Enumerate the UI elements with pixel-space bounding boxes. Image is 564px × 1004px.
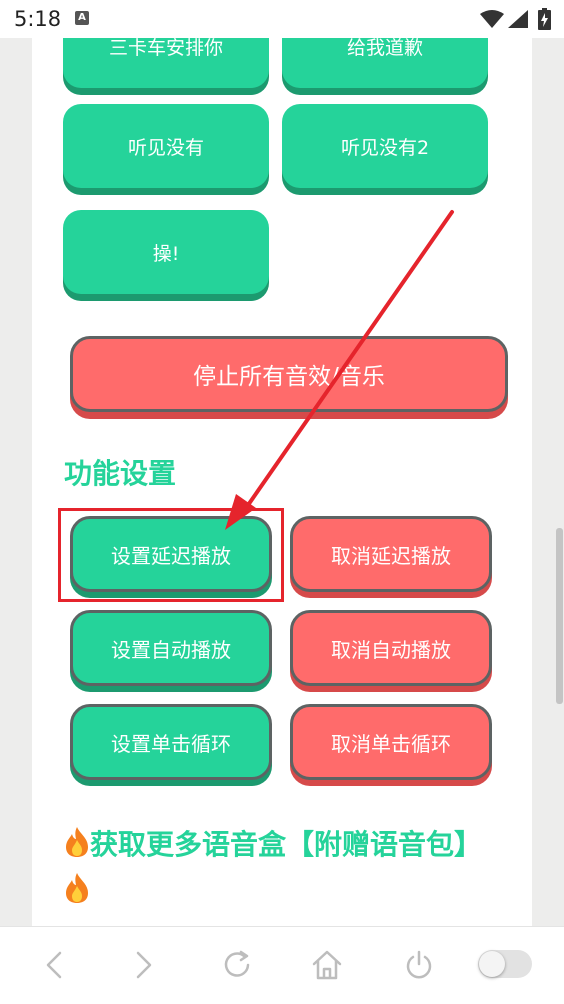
status-time: 5:18 [14, 7, 62, 31]
fire-icon [66, 827, 88, 857]
battery-icon [538, 8, 551, 30]
sound-button-4[interactable]: 听见没有2 [282, 104, 488, 188]
sound-button-label: 听见没有2 [340, 136, 430, 159]
button-label: 取消自动播放 [331, 637, 451, 662]
button-label: 设置自动播放 [111, 637, 231, 662]
fire-icon [66, 873, 88, 903]
stop-all-sounds-button[interactable]: 停止所有音效/音乐 [70, 336, 508, 412]
refresh-icon[interactable] [220, 947, 254, 983]
wifi-icon [480, 10, 504, 28]
sound-button-label: 操! [152, 242, 180, 265]
annotation-highlight-box [58, 508, 284, 602]
power-icon[interactable] [402, 947, 436, 983]
notification-icon: A [75, 11, 89, 25]
cancel-auto-play-button[interactable]: 取消自动播放 [290, 610, 492, 686]
toggle-switch[interactable] [478, 950, 532, 978]
sound-button-3[interactable]: 听见没有 [63, 104, 269, 188]
more-voice-box-title: 获取更多语音盒【附赠语音包】 [90, 828, 483, 861]
cancel-delay-play-button[interactable]: 取消延迟播放 [290, 516, 492, 592]
home-icon[interactable] [310, 947, 344, 983]
screen: 5:18 A 三卡车安排你 给我道歉 听见没有 听见没有2 操! 停止所有音效/… [0, 0, 564, 1004]
button-label: 取消延迟播放 [331, 543, 451, 568]
set-auto-play-button[interactable]: 设置自动播放 [70, 610, 272, 686]
sound-button-5[interactable]: 操! [63, 210, 269, 294]
set-click-loop-button[interactable]: 设置单击循环 [70, 704, 272, 780]
scrollbar[interactable] [556, 528, 563, 704]
cancel-click-loop-button[interactable]: 取消单击循环 [290, 704, 492, 780]
page-content: 三卡车安排你 给我道歉 听见没有 听见没有2 操! 停止所有音效/音乐 功能设置… [32, 0, 532, 926]
status-bar: 5:18 A [0, 0, 564, 38]
back-arrow-icon[interactable] [42, 947, 66, 983]
stop-all-sounds-label: 停止所有音效/音乐 [193, 364, 385, 390]
more-voice-box-link[interactable]: 获取更多语音盒【附赠语音包】 [64, 822, 504, 914]
function-settings-title: 功能设置 [64, 457, 177, 490]
toggle-knob [479, 951, 505, 977]
forward-arrow-icon[interactable] [132, 947, 156, 983]
button-label: 设置单击循环 [111, 731, 231, 756]
button-label: 取消单击循环 [331, 731, 451, 756]
sound-button-label: 听见没有 [127, 136, 204, 159]
signal-icon [508, 10, 528, 28]
